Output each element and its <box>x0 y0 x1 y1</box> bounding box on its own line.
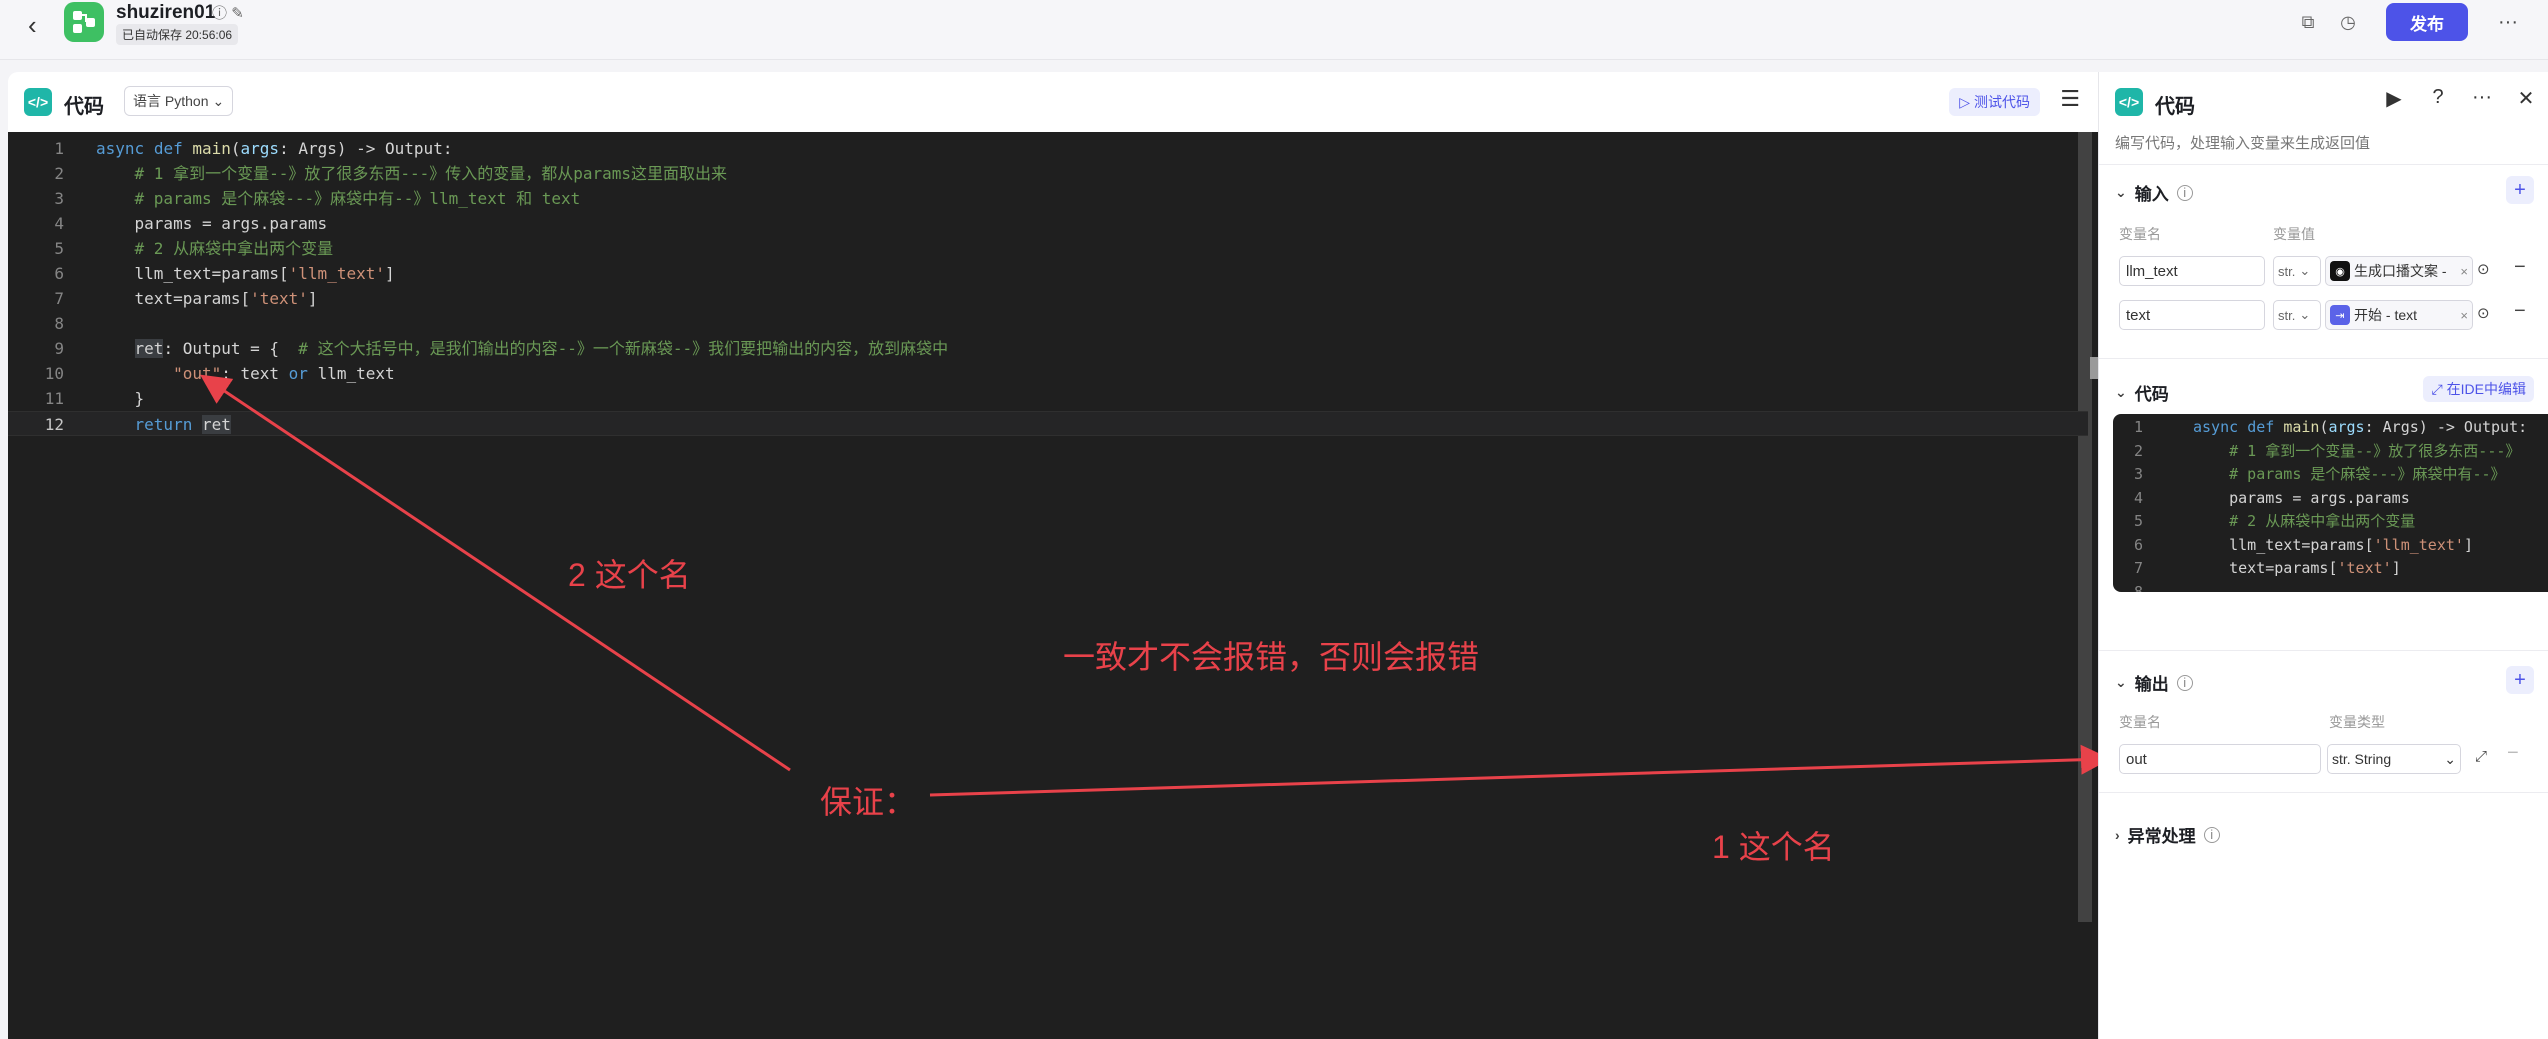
output-name-field[interactable]: out <box>2119 744 2321 774</box>
code-section-title: 代码 <box>2134 385 2169 404</box>
line-number: 8 <box>2133 582 2143 593</box>
chevron-down-icon: ⌄ <box>2299 263 2311 278</box>
line-content: # params 是个麻袋---》麻袋中有--》 <box>2229 465 2506 483</box>
divider <box>2099 358 2548 359</box>
code-line: 2 # 1 拿到一个变量--》放了很多东西---》 <box>2113 440 2548 464</box>
edit-in-ide-button[interactable]: ⤢ 在IDE中编辑 <box>2423 376 2534 402</box>
input-type-select[interactable]: str. ⌄ <box>2273 256 2321 286</box>
start-node-icon: ⇥ <box>2330 305 2350 325</box>
output-type-select[interactable]: str. String ⌄ <box>2327 744 2461 774</box>
info-icon: i <box>2176 674 2193 691</box>
divider <box>2099 792 2548 793</box>
divider <box>2099 164 2548 165</box>
output-section-title: 输出 <box>2134 675 2169 694</box>
code-node-panel: </> 代码 ▶ ? ··· ✕ 编写代码，处理输入变量来生成返回值 ⌄ 输入 … <box>2098 72 2548 1039</box>
remove-input-button[interactable]: − <box>2514 256 2526 279</box>
column-var-value: 变量值 <box>2273 226 2315 242</box>
close-icon[interactable]: ✕ <box>2512 86 2540 111</box>
code-section-header[interactable]: ⌄ 代码 <box>2115 380 2169 405</box>
arrow-to-output-name <box>929 744 2111 797</box>
expand-icon: ⤢ <box>2431 380 2443 397</box>
line-number: 1 <box>2133 418 2143 436</box>
annotation-label-2: 2 这个名 <box>568 557 691 593</box>
llm-node-icon: ◉ <box>2330 261 2350 281</box>
panel-description: 编写代码，处理输入变量来生成返回值 <box>2115 135 2371 152</box>
input-ref-value[interactable]: ⇥ 开始 - text × <box>2325 300 2473 330</box>
more-icon[interactable]: ··· <box>2468 86 2496 111</box>
input-type-select[interactable]: str. ⌄ <box>2273 300 2321 330</box>
line-content: # 2 从麻袋中拿出两个变量 <box>2229 512 2416 530</box>
code-line: 8 <box>2113 581 2548 593</box>
help-icon[interactable]: ? <box>2424 86 2452 111</box>
variable-settings-icon[interactable]: ⊙ <box>2477 260 2490 278</box>
divider <box>2099 650 2548 651</box>
column-var-name: 变量名 <box>2119 226 2161 242</box>
exception-section-header[interactable]: › 异常处理 i <box>2115 822 2220 847</box>
remove-output-button[interactable]: − <box>2507 742 2519 765</box>
input-ref-value[interactable]: ◉ 生成口播文案 - × <box>2325 256 2473 286</box>
line-number: 7 <box>2133 559 2143 577</box>
annotation-consistent: 一致才不会报错，否则会报错 <box>1063 639 1480 675</box>
line-content: text=params['text'] <box>2193 559 2401 577</box>
annotation-guarantee: 保证： <box>820 784 917 820</box>
add-output-button[interactable]: + <box>2506 666 2534 694</box>
code-line: 3 # params 是个麻袋---》麻袋中有--》 <box>2113 463 2548 487</box>
line-content: async def main(args: Args) -> Output: <box>2193 418 2528 436</box>
add-input-button[interactable]: + <box>2506 176 2534 204</box>
clear-icon[interactable]: × <box>2460 264 2468 279</box>
chevron-down-icon: ⌄ <box>2299 307 2311 322</box>
line-content: params = args.params <box>2193 488 2410 507</box>
clear-icon[interactable]: × <box>2460 308 2468 323</box>
output-section-header[interactable]: ⌄ 输出 i <box>2115 670 2193 695</box>
input-name-field[interactable]: text <box>2119 300 2265 330</box>
code-line: 5 # 2 从麻袋中拿出两个变量 <box>2113 510 2548 534</box>
info-icon: i <box>2203 826 2220 843</box>
chevron-right-icon: › <box>2115 826 2120 843</box>
panel-title: 代码 <box>2155 96 2195 118</box>
code-line: 4 params = args.params <box>2113 487 2548 511</box>
annotation-label-1: 1 这个名 <box>1712 829 1835 865</box>
exception-section-title: 异常处理 <box>2127 827 2196 846</box>
chevron-down-icon: ⌄ <box>2115 674 2127 690</box>
line-number: 6 <box>2133 535 2143 554</box>
input-section-header[interactable]: ⌄ 输入 i <box>2115 180 2193 205</box>
line-content: llm_text=params['llm_text'] <box>2193 535 2473 554</box>
code-line: 6 llm_text=params['llm_text'] <box>2113 534 2548 558</box>
chevron-down-icon: ⌄ <box>2115 384 2127 400</box>
code-line: 1 async def main(args: Args) -> Output: <box>2113 416 2548 440</box>
line-number: 4 <box>2133 488 2143 507</box>
run-icon[interactable]: ▶ <box>2380 86 2408 111</box>
column-var-type: 变量类型 <box>2329 714 2385 730</box>
line-number: 5 <box>2133 512 2143 530</box>
expand-icon[interactable]: ⤢ <box>2475 748 2487 765</box>
chevron-down-icon: ⌄ <box>2115 184 2127 200</box>
code-preview[interactable]: 1 async def main(args: Args) -> Output: 2 … <box>2113 414 2548 592</box>
line-number: 2 <box>2133 441 2143 460</box>
chevron-down-icon: ⌄ <box>2444 750 2456 767</box>
input-name-field[interactable]: llm_text <box>2119 256 2265 286</box>
column-var-name: 变量名 <box>2119 714 2161 730</box>
variable-settings-icon[interactable]: ⊙ <box>2477 304 2490 322</box>
remove-input-button[interactable]: − <box>2514 300 2526 323</box>
line-content: # 1 拿到一个变量--》放了很多东西---》 <box>2229 441 2521 460</box>
code-icon: </> <box>2115 88 2143 116</box>
code-line: 7 text=params['text'] <box>2113 557 2548 581</box>
arrow-to-out-key <box>200 374 791 772</box>
input-section-title: 输入 <box>2134 185 2169 204</box>
info-icon: i <box>2176 184 2193 201</box>
line-number: 3 <box>2133 465 2143 483</box>
